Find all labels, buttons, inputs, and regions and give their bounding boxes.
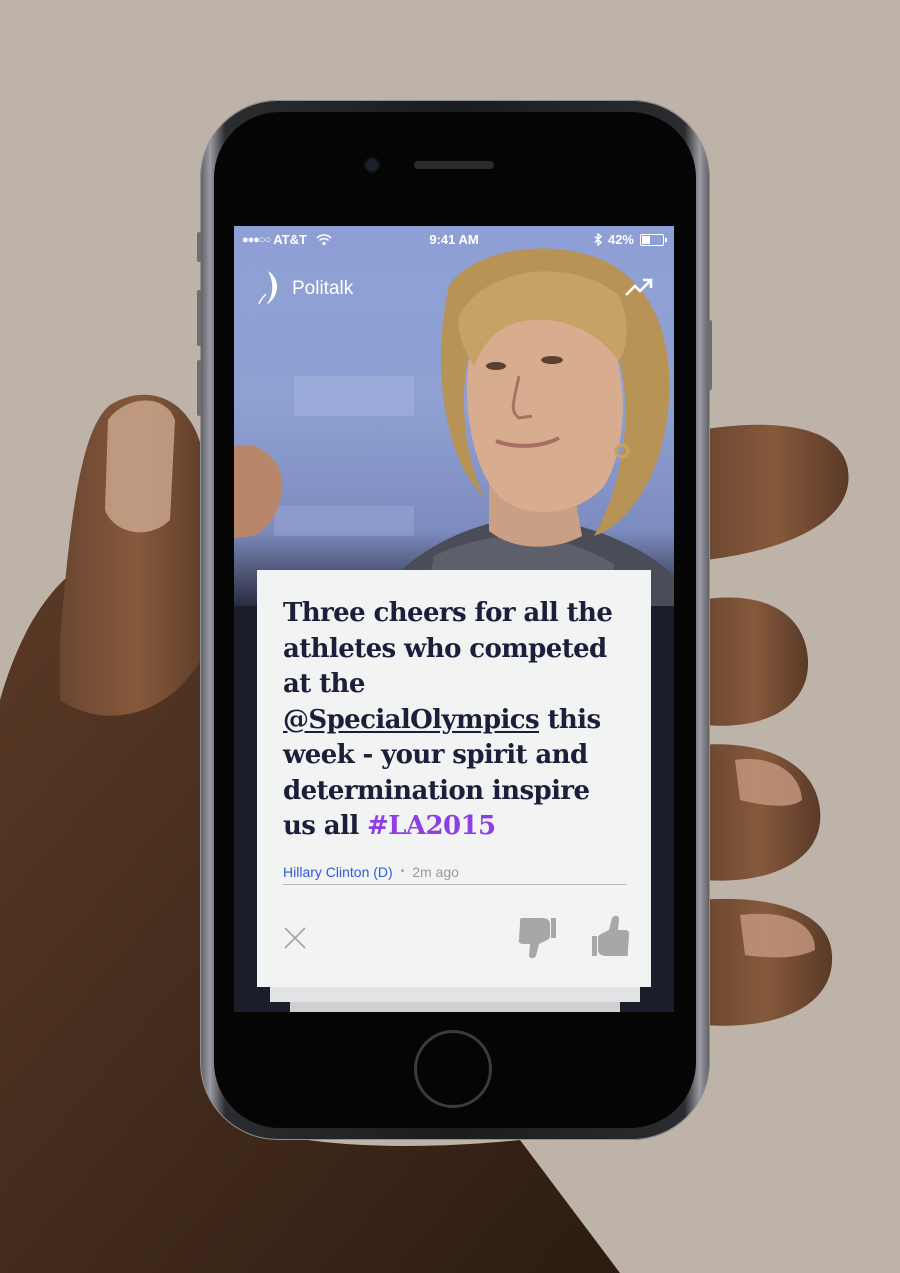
tweet-card[interactable]: Three cheers for all the athletes who co… [257,570,651,987]
volume-down-button [197,360,201,416]
thumbs-down-icon[interactable] [517,914,557,960]
close-icon[interactable] [283,926,307,950]
mute-switch [197,232,201,262]
front-camera [364,157,380,173]
home-button[interactable] [414,1030,492,1108]
tweet-text: Three cheers for all the athletes who co… [283,596,625,845]
battery-percent: 42% [607,232,634,247]
app-screen: ●●●○○ AT&T 9:41 AM 42% Politalk Three ch… [234,226,674,1012]
card-divider [283,884,627,885]
battery-icon [640,233,667,246]
app-header: Politalk [234,266,674,306]
tweet-timestamp: 2m ago [412,863,459,880]
battery-fill [642,235,650,244]
tweet-text-start: Three cheers for all the athletes who co… [283,598,613,699]
app-title: Politalk [292,278,354,299]
trending-icon[interactable] [624,276,654,298]
tweet-meta: Hillary Clinton (D) • 2m ago [283,864,625,880]
power-button [708,320,712,390]
volume-up-button [197,290,201,346]
mention-link[interactable]: @SpecialOlympics [283,705,540,735]
earpiece-speaker [414,161,494,169]
status-right: 42% [594,232,667,247]
politalk-logo-icon [258,271,278,305]
thumbs-up-icon[interactable] [591,914,631,960]
battery-nub [665,237,667,242]
status-bar: ●●●○○ AT&T 9:41 AM 42% [234,226,674,252]
meta-separator: • [400,866,405,877]
bluetooth-icon [594,233,602,246]
author-link[interactable]: Hillary Clinton (D) [283,864,393,880]
hashtag-link[interactable]: #LA2015 [367,811,496,841]
